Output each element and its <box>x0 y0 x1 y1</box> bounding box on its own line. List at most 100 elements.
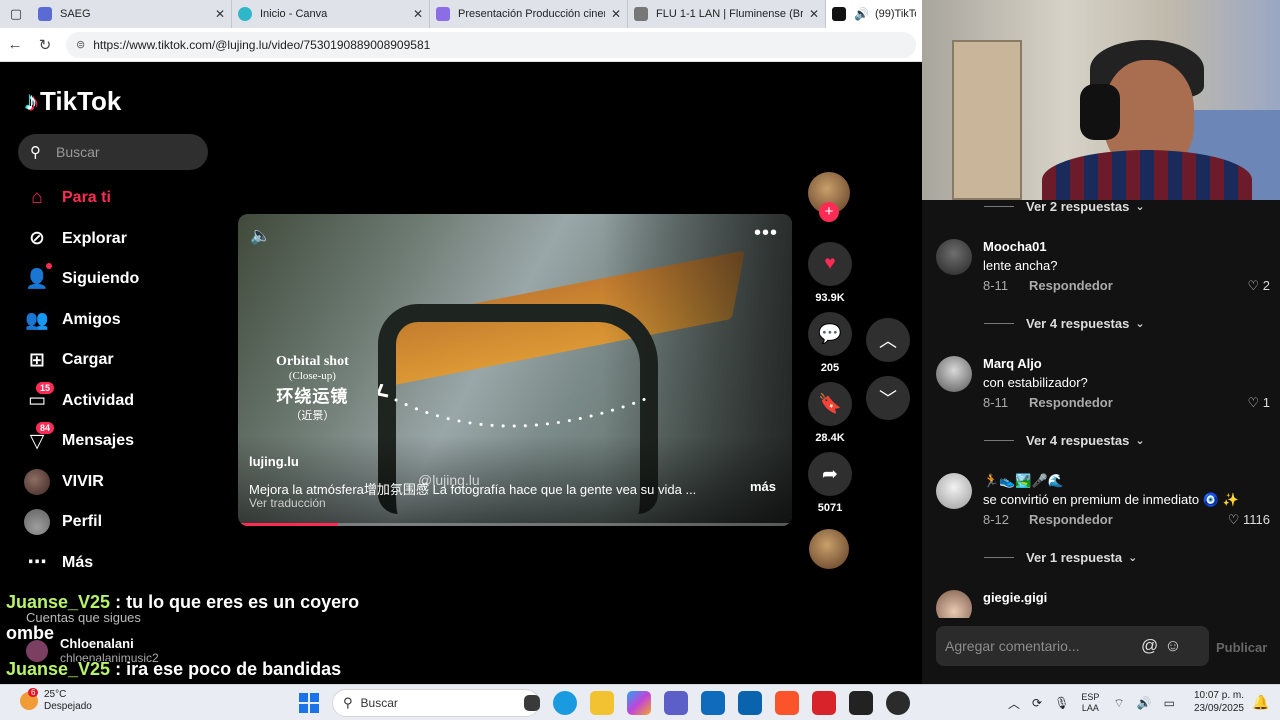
comment-like-button[interactable]: ♡ 1 <box>1247 395 1270 411</box>
sidebar-item-siguiendo[interactable]: 👤 Siguiendo <box>24 259 214 300</box>
close-tab-icon[interactable]: ✕ <box>611 7 621 21</box>
view-replies-button[interactable]: Ver 2 respuestas ⌄ <box>922 196 1280 216</box>
follow-plus-icon[interactable]: + <box>819 202 839 222</box>
sidebar-item-actividad[interactable]: ▭ 15 Actividad <box>24 381 214 422</box>
site-info-icon[interactable]: ⊜ <box>76 38 85 51</box>
close-tab-icon[interactable]: ✕ <box>413 7 423 21</box>
battery-icon[interactable]: ▭ <box>1164 696 1175 710</box>
save-button[interactable]: 🔖 <box>808 382 852 426</box>
sidebar-item-amigos[interactable]: 👥 Amigos <box>24 300 214 341</box>
browser-tab[interactable]: Inicio - Canva ✕ <box>232 0 430 28</box>
pinned-apps <box>520 691 923 715</box>
input-language[interactable]: ESP LAA <box>1081 692 1099 714</box>
speaker-icon[interactable]: 🔊 <box>854 7 869 21</box>
copilot-icon[interactable] <box>627 691 651 715</box>
view-replies-button[interactable]: Ver 4 respuestas ⌄ <box>922 430 1280 450</box>
comment-like-button[interactable]: ♡ 2 <box>1247 278 1270 294</box>
notifications-icon[interactable]: 🔔 <box>1252 694 1269 711</box>
volume-icon[interactable]: 🔈 <box>250 226 271 246</box>
task-view-icon[interactable] <box>524 695 540 711</box>
video-overlay-text: Orbital shot (Close-up) 环绕运镜 （近景） <box>276 354 349 422</box>
browser-tab-active[interactable]: 🔊 (99)TikTo <box>826 0 922 28</box>
sidebar-item-para-ti[interactable]: ⌂ Para ti <box>24 178 214 219</box>
sidebar-item-mensajes[interactable]: ▽ 84 Mensajes <box>24 421 214 462</box>
edge-browser-icon[interactable] <box>553 691 577 715</box>
store-icon[interactable] <box>701 691 725 715</box>
windows-start-icon[interactable] <box>299 693 319 713</box>
volume-icon[interactable]: 🔊 <box>1137 696 1152 710</box>
close-tab-icon[interactable]: ✕ <box>215 7 225 21</box>
reply-button[interactable]: Respondedor <box>1029 512 1113 527</box>
sidebar-item-vivir[interactable]: VIVIR <box>24 462 214 503</box>
microphone-icon[interactable]: 🎙 <box>1054 696 1069 710</box>
video-progress-fill <box>238 523 338 526</box>
sidebar-item-cargar[interactable]: ⊞ Cargar <box>24 340 214 381</box>
comment-item: Moocha01 lente ancha? 8-11 Respondedor ♡… <box>922 237 1280 313</box>
teams-icon[interactable] <box>664 691 688 715</box>
reply-button[interactable]: Respondedor <box>1029 278 1113 293</box>
chat-message: Juanse_V25 : ira ese poco de bandidas <box>6 659 342 679</box>
close-tab-icon[interactable]: ✕ <box>809 7 819 21</box>
clock[interactable]: 10:07 p. m. 23/09/2025 <box>1190 689 1244 715</box>
avatar[interactable] <box>936 473 972 509</box>
music-disc-avatar[interactable] <box>809 529 849 569</box>
tiktok-page: ♪ TikTok ⚲ ⌂ Para ti ⊘ Explorar 👤 Siguie… <box>4 62 922 684</box>
action-bar: + ♥ 93.9K 💬 205 🔖 28.4K ➦ 5071 <box>808 172 852 522</box>
comment-input[interactable] <box>945 638 1135 654</box>
sidebar-item-mas[interactable]: ⋯ Más <box>24 543 214 584</box>
comment-button[interactable]: 💬 <box>808 312 852 356</box>
mcafee-icon[interactable] <box>812 691 836 715</box>
browser-tab[interactable]: FLU 1-1 LAN | Fluminense (Bra) v ✕ <box>628 0 826 28</box>
url-field[interactable]: ⊜ https://www.tiktok.com/@lujing.lu/vide… <box>66 31 916 58</box>
sync-icon[interactable]: ⟳ <box>1032 696 1042 710</box>
emoji-icon[interactable]: ☺ <box>1164 636 1181 656</box>
tiktok-logo[interactable]: ♪ TikTok <box>25 86 121 117</box>
search-box[interactable]: ⚲ <box>18 134 208 170</box>
like-button[interactable]: ♥ <box>808 242 852 286</box>
publish-button[interactable]: Publicar <box>1216 640 1267 655</box>
video-progress-bar[interactable] <box>238 523 792 526</box>
previous-video-button[interactable]: ︿ <box>866 318 910 362</box>
chevron-up-icon[interactable]: ︿ <box>1008 695 1020 712</box>
file-explorer-icon[interactable] <box>590 691 614 715</box>
comment-count: 205 <box>820 362 840 374</box>
video-author[interactable]: lujing.lu <box>249 454 299 469</box>
wifi-icon[interactable]: ⌔ <box>1113 696 1124 711</box>
avatar[interactable] <box>936 590 972 618</box>
mention-icon[interactable]: @ <box>1141 636 1158 656</box>
share-button[interactable]: ➦ <box>808 452 852 496</box>
browser-tab[interactable]: SAEG ✕ <box>32 0 232 28</box>
chat-message: Juanse_V25 : tu lo que eres es un coyero <box>6 592 360 612</box>
comment-list[interactable]: Ver 2 respuestas ⌄ Moocha01 lente ancha? … <box>922 196 1280 618</box>
notification-dot <box>46 263 52 270</box>
translate-link[interactable]: Ver traducción <box>249 496 326 510</box>
next-video-button[interactable]: ﹀ <box>866 376 910 420</box>
sidebar-item-explorar[interactable]: ⊘ Explorar <box>24 219 214 260</box>
comment-box[interactable]: @ ☺ <box>936 626 1209 666</box>
chevron-down-icon: ⌄ <box>1135 434 1145 447</box>
reply-button[interactable]: Respondedor <box>1029 395 1113 410</box>
tab-actions-icon[interactable]: ▢ <box>0 0 32 28</box>
browser-tab[interactable]: Presentación Producción cinemat ✕ <box>430 0 628 28</box>
avatar[interactable] <box>936 356 972 392</box>
comment-like-button[interactable]: ♡ 1116 <box>1228 512 1270 528</box>
brave-icon[interactable] <box>775 691 799 715</box>
more-options-icon[interactable]: ••• <box>754 222 778 245</box>
outlook-icon[interactable] <box>738 691 762 715</box>
reload-icon[interactable]: ↻ <box>30 36 60 54</box>
sidebar-item-perfil[interactable]: Perfil <box>24 502 214 543</box>
tiktok-favicon-icon <box>832 7 846 21</box>
avatar[interactable] <box>936 239 972 275</box>
address-bar: ← ↻ ⊜ https://www.tiktok.com/@lujing.lu/… <box>0 28 922 62</box>
search-input[interactable] <box>56 144 196 160</box>
creator-avatar[interactable]: + <box>808 172 850 222</box>
weather-widget[interactable]: 6 25°C Despejado <box>20 688 92 713</box>
video-player[interactable]: 🔈 ••• Orbital shot (Close-up) 环绕运镜 （近景） … <box>238 214 792 526</box>
back-icon[interactable]: ← <box>0 36 30 53</box>
see-more-button[interactable]: más <box>750 479 776 494</box>
view-replies-button[interactable]: Ver 1 respuesta ⌄ <box>922 547 1280 567</box>
obs-icon[interactable] <box>886 691 910 715</box>
taskbar-search[interactable]: ⚲ Buscar <box>332 689 540 717</box>
view-replies-button[interactable]: Ver 4 respuestas ⌄ <box>922 313 1280 333</box>
capcut-icon[interactable] <box>849 691 873 715</box>
